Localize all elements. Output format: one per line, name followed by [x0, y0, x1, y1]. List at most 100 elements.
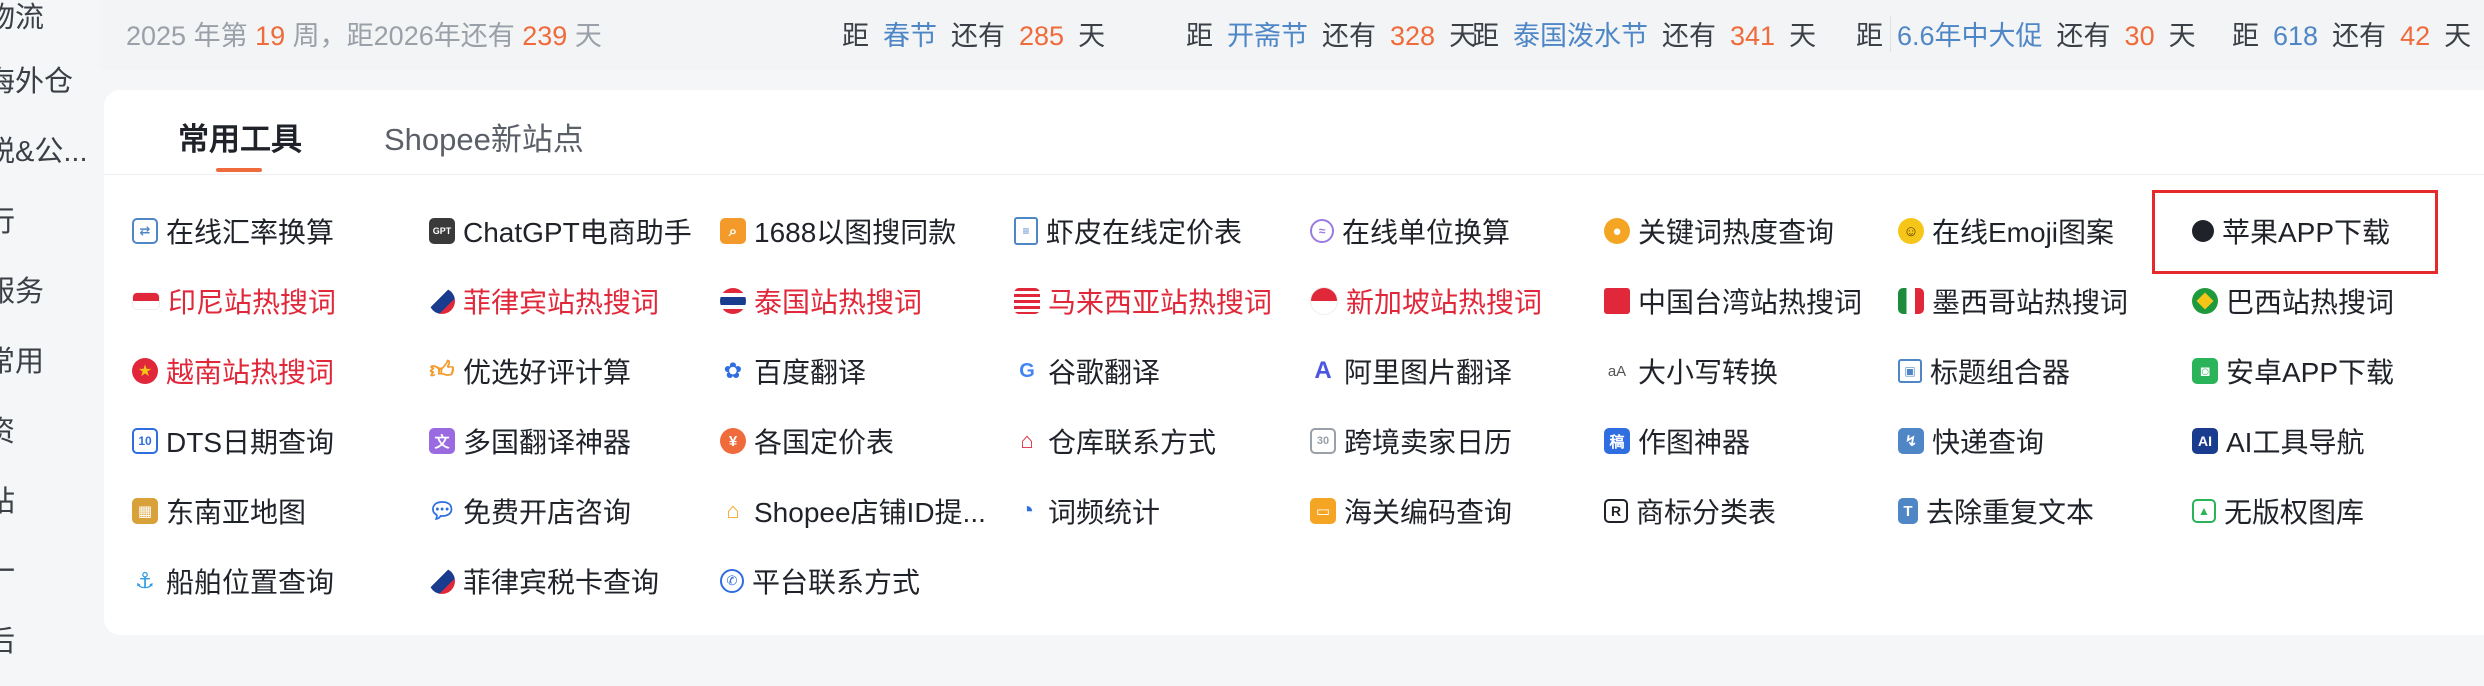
tool-label: 菲律宾站热搜词	[463, 287, 660, 318]
tab-common-tools[interactable]: 常用工具	[178, 114, 302, 159]
tool-baidu-translate[interactable]: ✿ 百度翻译	[720, 348, 866, 394]
tool-1688-image-search[interactable]: ⌕ 1688以图搜同款	[720, 208, 956, 254]
tool-label: 海关编码查询	[1344, 497, 1513, 528]
dist-label: 距	[1186, 21, 1213, 51]
tool-image-maker[interactable]: 稿 作图神器	[1604, 418, 1750, 464]
tool-unit-conversion[interactable]: ≈ 在线单位换算	[1310, 208, 1510, 254]
tool-case-converter[interactable]: aA 大小写转换	[1604, 348, 1778, 394]
tool-exchange-rate[interactable]: ⇄ 在线汇率换算	[132, 208, 334, 254]
tool-multi-translate[interactable]: 文 多国翻译神器	[429, 418, 631, 464]
tool-brazil-hot-words[interactable]: 巴西站热搜词	[2192, 278, 2394, 324]
tab-shopee-new-sites[interactable]: Shopee新站点	[384, 114, 584, 159]
tool-rating-calculator[interactable]: 👍︎ 优选好评计算	[429, 348, 631, 394]
tab-bar: 常用工具 Shopee新站点	[104, 90, 2484, 175]
event-name[interactable]: 泰国泼水节	[1513, 21, 1648, 51]
sidebar-item-service[interactable]: 服务	[0, 268, 44, 310]
tool-philippines-tin[interactable]: 菲律宾税卡查询	[429, 558, 659, 604]
sidebar-item-logistics[interactable]: 物流	[0, 0, 44, 36]
tool-dts-date[interactable]: 10 DTS日期查询	[132, 418, 334, 464]
ai-icon: AI	[2192, 428, 2218, 454]
sidebar-item-4[interactable]: 行	[0, 198, 15, 240]
trademark-icon: R	[1604, 499, 1628, 523]
tool-indonesia-hot-words[interactable]: 印尼站热搜词	[132, 278, 336, 324]
tool-label: 去除重复文本	[1926, 497, 2095, 528]
sidebar-item-common[interactable]: 常用	[0, 338, 44, 380]
tool-emoji[interactable]: ☺ 在线Emoji图案	[1898, 208, 2114, 254]
emoji-icon: ☺	[1898, 218, 1924, 244]
tool-platform-contact[interactable]: ✆ 平台联系方式	[720, 558, 920, 604]
tool-free-store-consult[interactable]: 💬︎ 免费开店咨询	[428, 488, 631, 534]
tool-chatgpt[interactable]: GPT ChatGPT电商助手	[429, 208, 692, 254]
sidebar-item-tax[interactable]: 税&公...	[0, 128, 88, 170]
days-count: 42	[2400, 21, 2431, 51]
tool-google-translate[interactable]: G 谷歌翻译	[1014, 348, 1160, 394]
tool-keyword-heat[interactable]: ● 关键词热度查询	[1604, 208, 1834, 254]
tool-dedupe-text[interactable]: T 去除重复文本	[1898, 488, 2094, 534]
tool-philippines-hot-words[interactable]: 菲律宾站热搜词	[429, 278, 659, 324]
tool-malaysia-hot-words[interactable]: 马来西亚站热搜词	[1014, 278, 1272, 324]
tool-singapore-hot-words[interactable]: 新加坡站热搜词	[1310, 278, 1542, 324]
tool-label: 墨西哥站热搜词	[1932, 287, 2129, 318]
tool-seller-calendar[interactable]: 30 跨境卖家日历	[1310, 418, 1512, 464]
event-name[interactable]: 6.6年中大促	[1897, 21, 2043, 51]
document-icon: T	[1898, 498, 1918, 524]
pie-chart-icon: ◔	[1019, 497, 1035, 524]
remain-label: 还有	[2056, 21, 2111, 51]
day-unit: 天	[2168, 21, 2196, 51]
tool-country-pricing[interactable]: ¥ 各国定价表	[720, 418, 894, 464]
sidebar-item-9[interactable]: 一	[0, 548, 15, 590]
taiwan-flag-icon	[1604, 288, 1630, 314]
event-name[interactable]: 618	[2273, 21, 2318, 51]
days-count: 341	[1730, 21, 1776, 51]
vietnam-flag-icon: ★	[132, 358, 158, 384]
tool-ali-image-translate[interactable]: A 阿里图片翻译	[1310, 348, 1512, 394]
tool-label: 大小写转换	[1638, 357, 1779, 388]
sidebar-item-8[interactable]: 站	[0, 478, 15, 520]
tool-word-frequency[interactable]: ◔ 词频统计	[1014, 488, 1160, 534]
event-name[interactable]: 春节	[883, 21, 937, 51]
ali-translate-icon: A	[1314, 357, 1332, 384]
tool-thailand-hot-words[interactable]: 泰国站热搜词	[720, 278, 922, 324]
tool-shopee-store-id[interactable]: ⌂ Shopee店铺ID提...	[720, 488, 986, 534]
sidebar-item-10[interactable]: 后	[0, 618, 15, 660]
tool-label: 在线汇率换算	[166, 217, 335, 248]
image-maker-icon: 稿	[1604, 428, 1630, 454]
tool-sea-map[interactable]: ▦ 东南亚地图	[132, 488, 306, 534]
tool-shopee-pricing[interactable]: ≡ 虾皮在线定价表	[1014, 208, 1242, 254]
tool-express-tracking[interactable]: ↯ 快递查询	[1898, 418, 2044, 464]
google-icon: G	[1019, 359, 1035, 382]
tool-trademark-class[interactable]: R 商标分类表	[1604, 488, 1776, 534]
mexico-flag-icon	[1898, 288, 1924, 314]
tool-label: 仓库联系方式	[1048, 427, 1217, 458]
chat-bubble-icon: 💬︎	[428, 498, 456, 523]
countdown-618: 距 618 还有 42 天	[2232, 14, 2484, 53]
exchange-icon: ⇄	[132, 218, 158, 244]
sidebar-item-overseas-warehouse[interactable]: 海外仓	[0, 58, 73, 100]
tool-label: 阿里图片翻译	[1344, 357, 1513, 388]
tool-mexico-hot-words[interactable]: 墨西哥站热搜词	[1898, 278, 2128, 324]
tool-title-combiner[interactable]: ▣ 标题组合器	[1898, 348, 2070, 394]
tools-card: 常用工具 Shopee新站点 ⇄ 在线汇率换算 GPT ChatGPT电商助手 …	[104, 90, 2484, 635]
day-unit: 天	[574, 21, 602, 51]
tool-vietnam-hot-words[interactable]: ★ 越南站热搜词	[132, 348, 334, 394]
tool-warehouse-contact[interactable]: ⌂ 仓库联系方式	[1014, 418, 1216, 464]
day-unit: 天	[1078, 21, 1106, 51]
tool-taiwan-hot-words[interactable]: 中国台湾站热搜词	[1604, 278, 1862, 324]
tool-label: 新加坡站热搜词	[1346, 287, 1543, 318]
tool-ai-navigation[interactable]: AI AI工具导航	[2192, 418, 2364, 464]
image-search-icon: ⌕	[720, 218, 746, 244]
tool-free-image-library[interactable]: ▲ 无版权图库	[2192, 488, 2364, 534]
event-name[interactable]: 开斋节	[1227, 21, 1308, 51]
tool-label: 越南站热搜词	[166, 357, 335, 388]
tool-label: 马来西亚站热搜词	[1048, 287, 1273, 318]
tool-ship-position[interactable]: ⚓ 船舶位置查询	[132, 558, 334, 604]
countdown-songkran: 距泰国泼水节 还有 341 天	[1472, 14, 1830, 53]
tool-hs-code[interactable]: ▭ 海关编码查询	[1310, 488, 1512, 534]
sidebar-item-7[interactable]: 资	[0, 408, 15, 450]
dist-label: 距	[2232, 21, 2259, 51]
countdown-6-6: 距 6.6年中大促 还有 30 天	[1856, 14, 2210, 53]
thailand-flag-icon	[720, 288, 746, 314]
tool-label: 泰国站热搜词	[754, 287, 923, 318]
tool-label: 虾皮在线定价表	[1046, 217, 1243, 248]
tool-android-app-download[interactable]: ◙ 安卓APP下载	[2192, 348, 2394, 394]
